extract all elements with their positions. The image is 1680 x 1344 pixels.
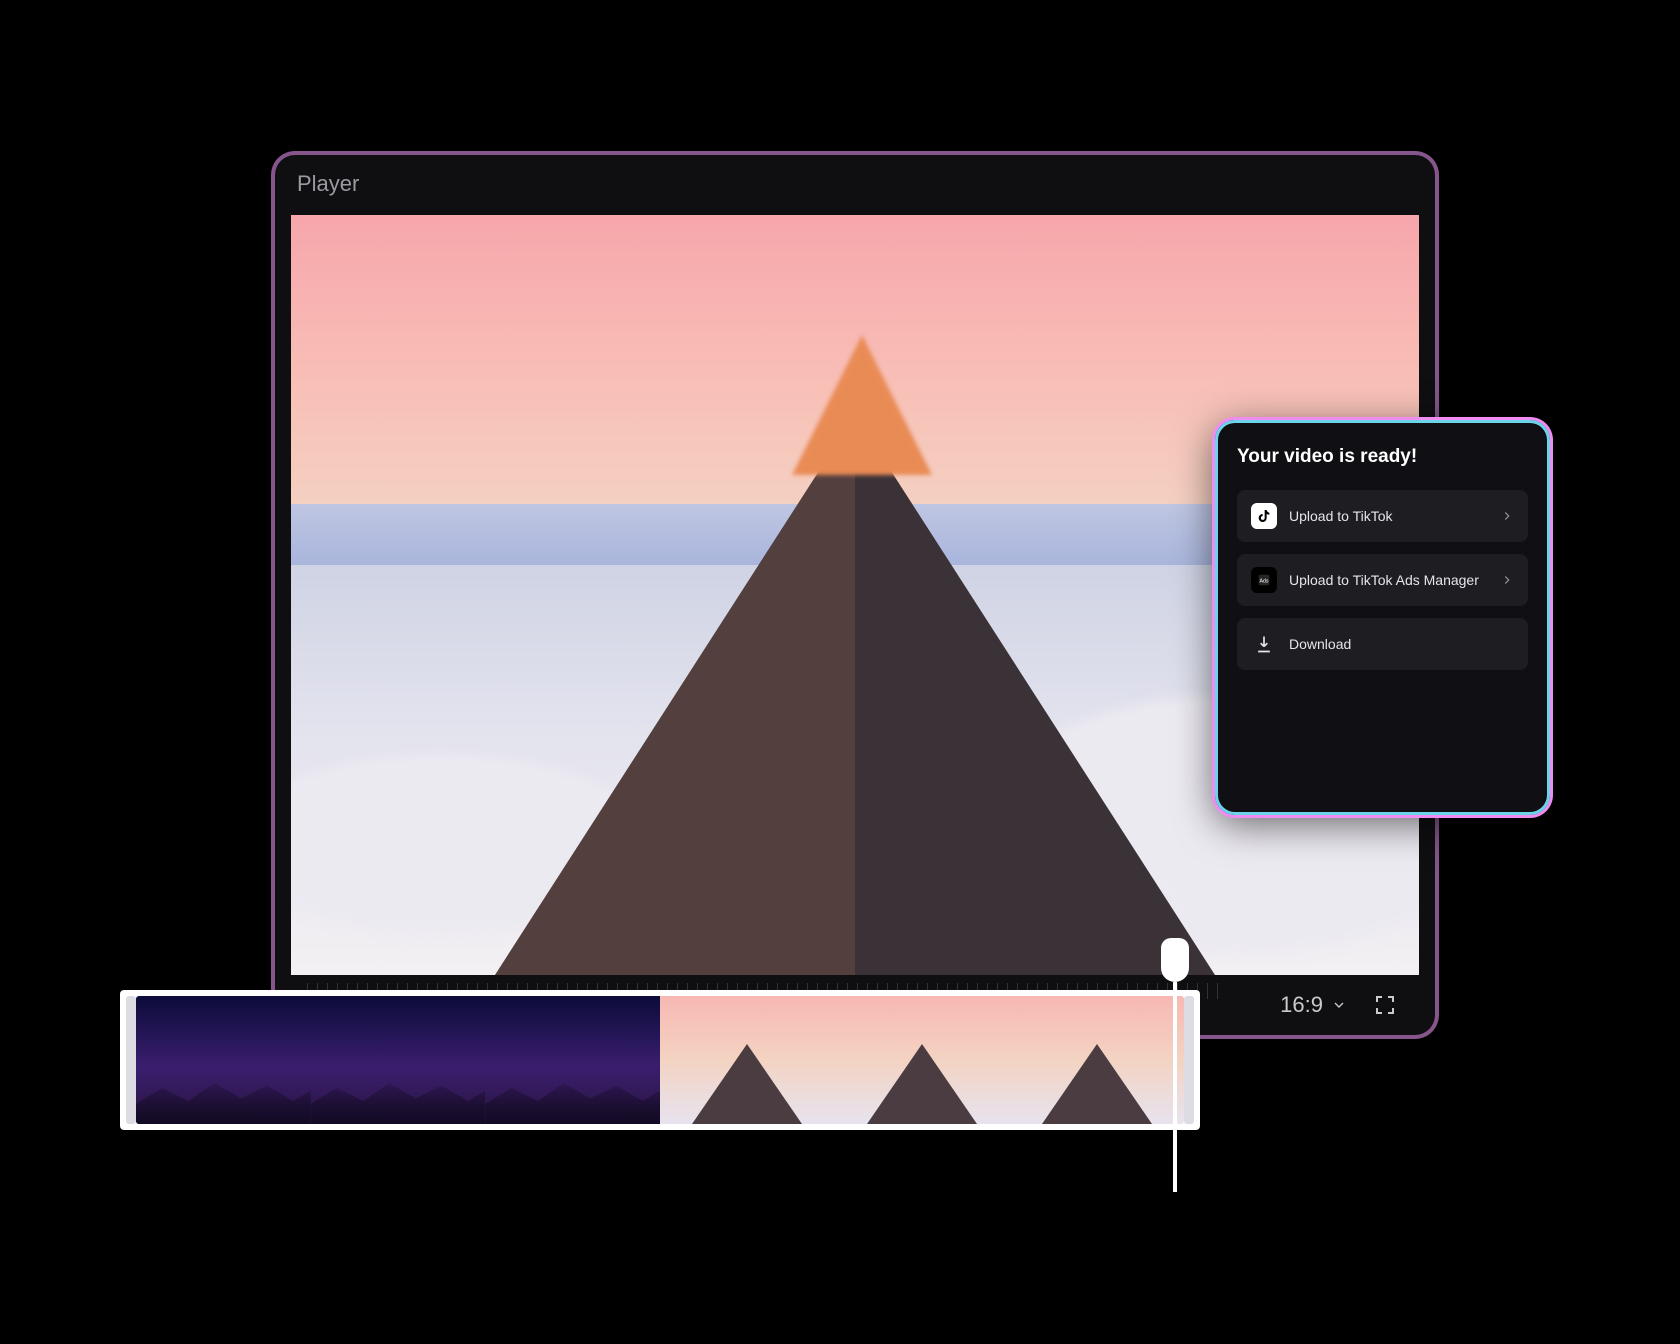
playhead-knob[interactable] <box>1161 938 1189 982</box>
chevron-right-icon <box>1500 509 1514 523</box>
svg-text:Ads: Ads <box>1259 578 1268 584</box>
player-title: Player <box>297 171 359 197</box>
playhead-stem <box>1173 982 1177 1192</box>
tiktok-icon <box>1251 503 1277 529</box>
fullscreen-button[interactable] <box>1371 991 1399 1019</box>
export-panel: Your video is ready! Upload to TikTok Ad… <box>1215 420 1550 815</box>
upload-ads-manager-button[interactable]: Ads Upload to TikTok Ads Manager <box>1237 554 1528 606</box>
timeline-clip[interactable] <box>835 996 1010 1124</box>
export-option-label: Download <box>1289 636 1514 652</box>
export-option-label: Upload to TikTok Ads Manager <box>1289 572 1500 588</box>
aspect-ratio-value: 16:9 <box>1280 992 1323 1018</box>
export-option-label: Upload to TikTok <box>1289 508 1500 524</box>
export-panel-title: Your video is ready! <box>1237 446 1528 468</box>
timeline-clips[interactable] <box>136 996 1184 1124</box>
chevron-right-icon <box>1500 573 1514 587</box>
download-icon <box>1251 631 1277 657</box>
timeline-clip[interactable] <box>660 996 835 1124</box>
timeline-clip[interactable] <box>311 996 486 1124</box>
upload-tiktok-button[interactable]: Upload to TikTok <box>1237 490 1528 542</box>
ads-manager-icon: Ads <box>1251 567 1277 593</box>
aspect-ratio-select[interactable]: 16:9 <box>1280 992 1347 1018</box>
download-button[interactable]: Download <box>1237 618 1528 670</box>
timeline-clip[interactable] <box>136 996 311 1124</box>
player-header: Player <box>275 155 1435 213</box>
timeline-trim-handle-left[interactable] <box>126 996 136 1124</box>
playhead[interactable] <box>1155 938 1195 1192</box>
fullscreen-icon <box>1373 993 1397 1017</box>
chevron-down-icon <box>1331 997 1347 1013</box>
timeline[interactable] <box>120 990 1200 1130</box>
timeline-clip[interactable] <box>485 996 660 1124</box>
